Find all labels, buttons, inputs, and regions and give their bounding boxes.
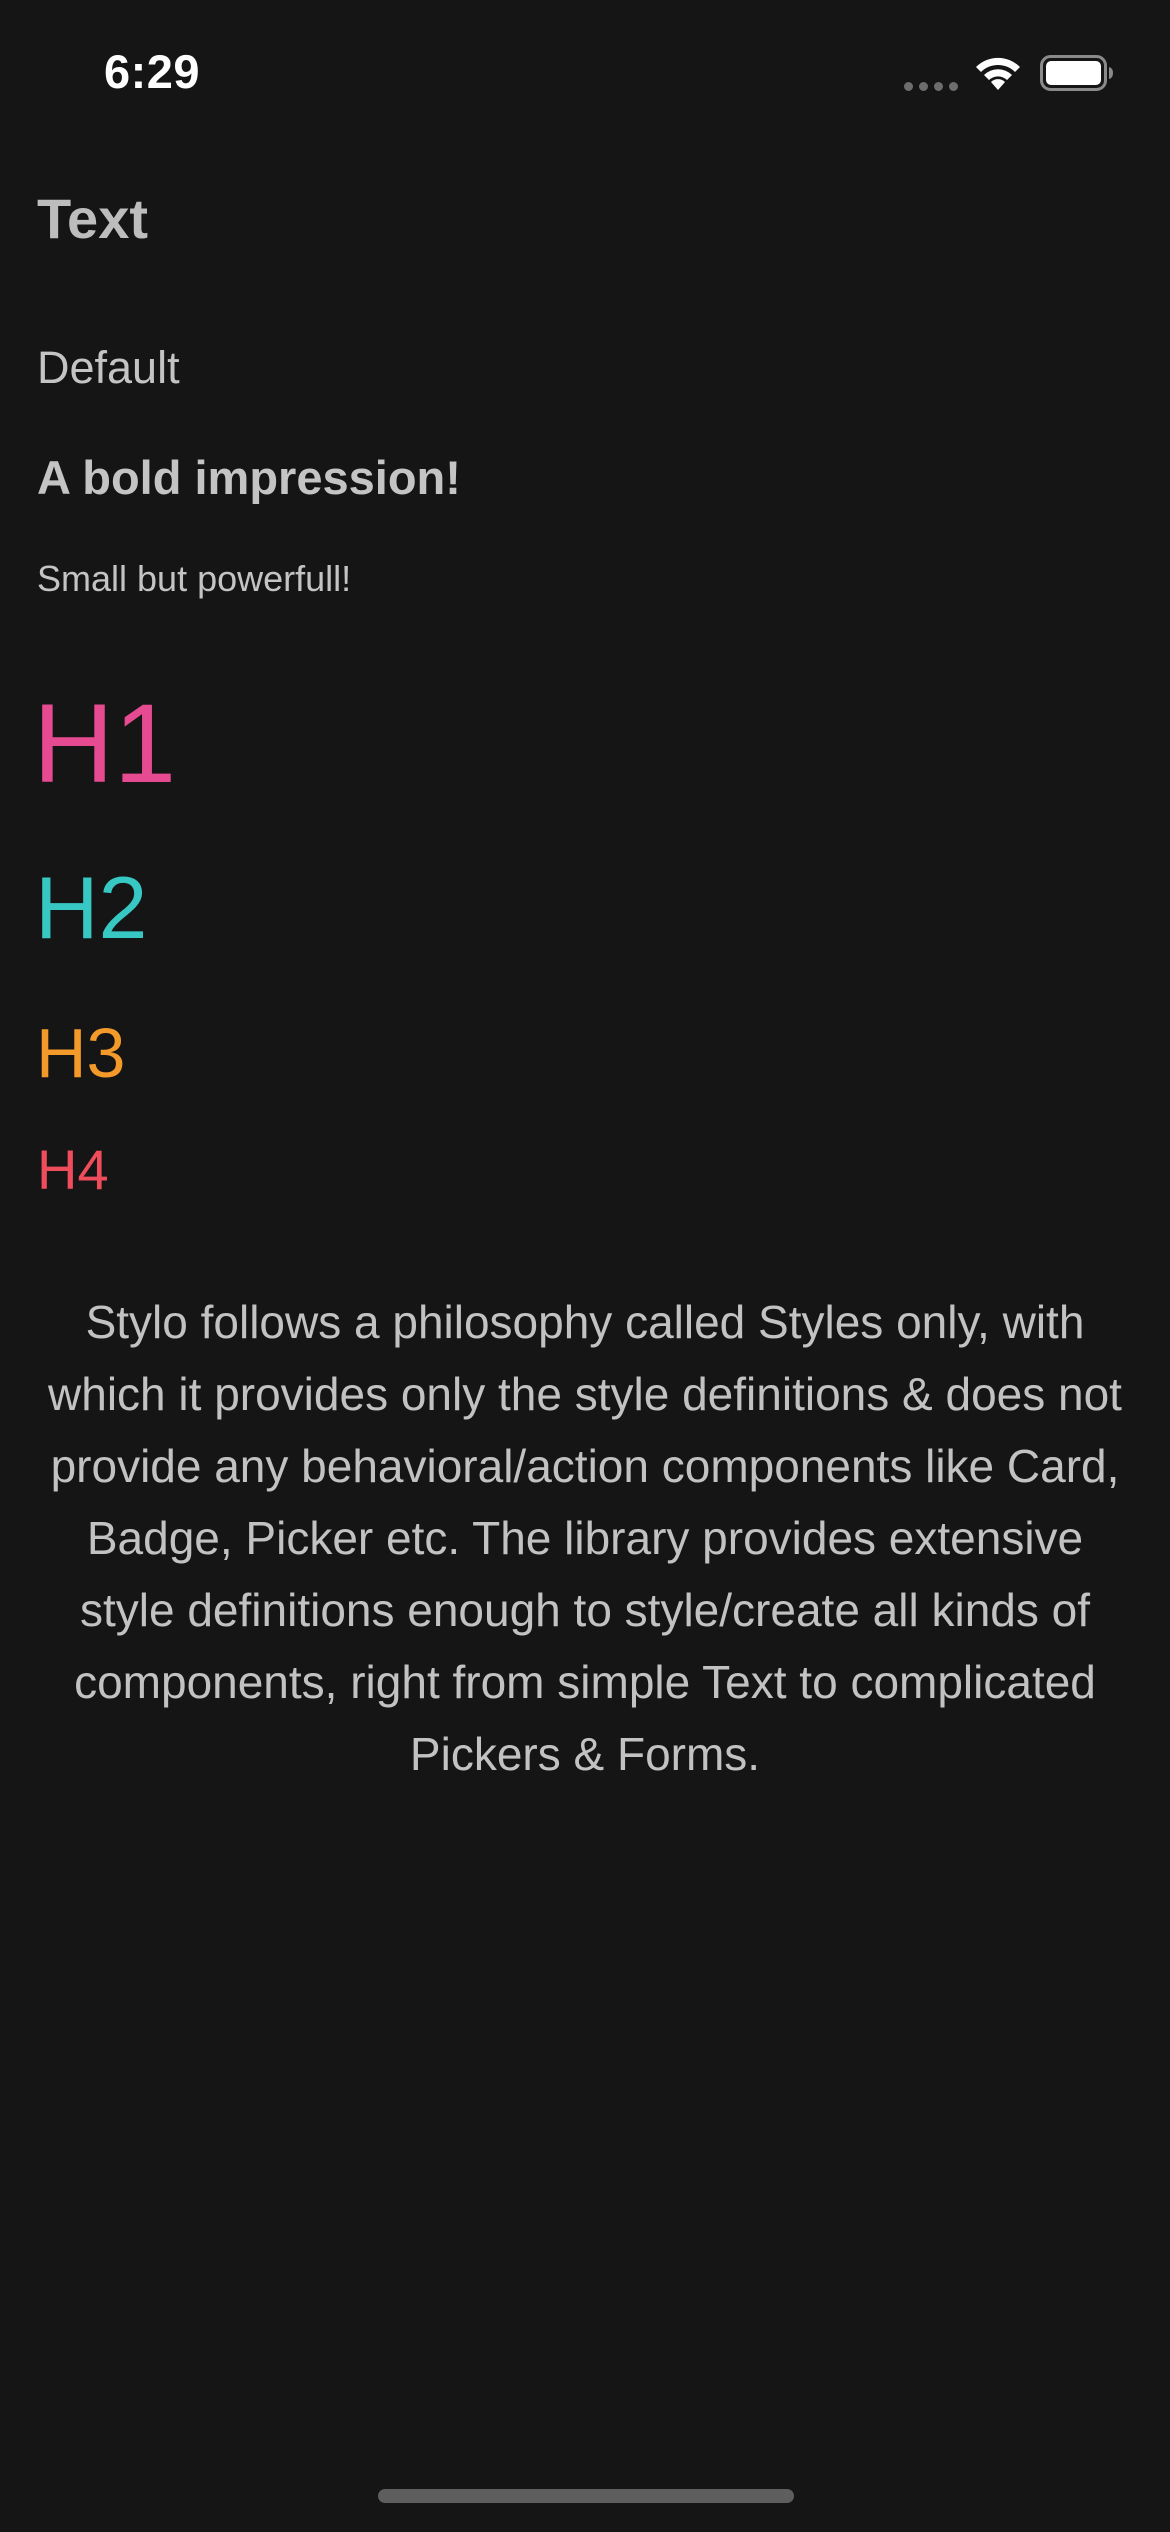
heading-h1: H1 xyxy=(33,681,177,806)
heading-h2: H2 xyxy=(35,858,148,957)
small-text: Small but powerfull! xyxy=(37,558,352,599)
bold-text: A bold impression! xyxy=(37,451,461,504)
status-time: 6:29 xyxy=(104,45,201,98)
description-paragraph: Stylo follows a philosophy called Styles… xyxy=(48,1296,1122,1780)
heading-h4: H4 xyxy=(37,1138,109,1201)
battery-icon xyxy=(1040,55,1113,91)
default-text: Default xyxy=(37,342,180,393)
page-title: Text xyxy=(37,187,148,250)
status-bar: 6:29 xyxy=(0,0,1170,150)
home-indicator[interactable] xyxy=(378,2489,794,2503)
heading-h3: H3 xyxy=(36,1014,126,1092)
wifi-icon xyxy=(976,57,1020,90)
cellular-signal-icon xyxy=(904,82,960,92)
